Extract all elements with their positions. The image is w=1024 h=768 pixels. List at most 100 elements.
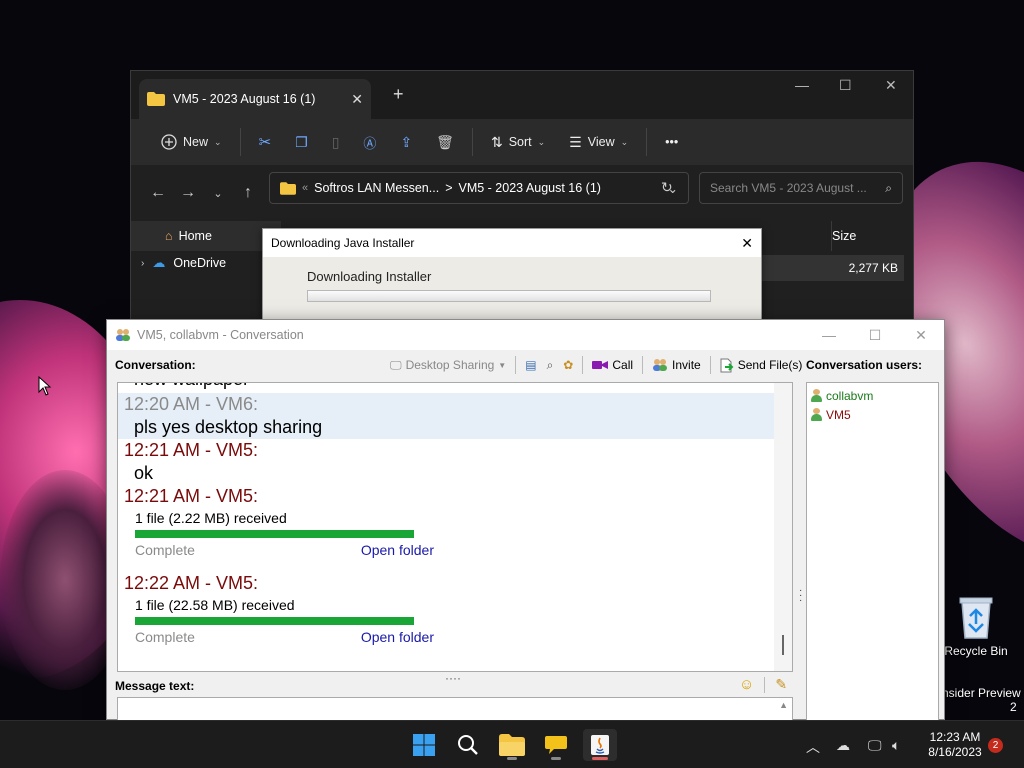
sidebar-item-onedrive[interactable]: › ☁ OneDrive <box>141 255 226 271</box>
recent-locations-button[interactable]: ⌄ <box>203 187 233 200</box>
window-title: VM5, collabvm - Conversation <box>137 328 304 342</box>
message-text: ok <box>134 463 154 483</box>
start-button[interactable] <box>407 729 441 761</box>
chat-message-file: 12:22 AM - VM5: 1 file (22.58 MB) receiv… <box>118 572 774 649</box>
close-tab-icon[interactable]: ✕ <box>351 91 363 108</box>
sort-button-label: Sort <box>508 135 532 149</box>
desktop-sharing-label: Desktop Sharing <box>405 358 495 372</box>
search-button[interactable] <box>451 729 485 761</box>
desktop-sharing-button[interactable]: 🖵 Desktop Sharing ▼ <box>387 358 509 373</box>
send-files-button[interactable]: Send File(s) <box>717 358 806 373</box>
send-files-label: Send File(s) <box>737 358 803 372</box>
scroll-up-arrow-icon[interactable]: ▲ <box>779 700 788 710</box>
close-button[interactable]: ✕ <box>898 327 944 344</box>
close-button[interactable]: ✕ <box>741 235 753 252</box>
taskbar-softros-messenger[interactable] <box>539 729 573 761</box>
file-progress-bar <box>135 530 414 538</box>
trash-icon: 🗑︎ <box>436 133 454 150</box>
conversation-label: Conversation: <box>115 358 196 372</box>
message-input[interactable]: ▲ <box>117 697 793 721</box>
history-icon[interactable]: ▤ <box>522 358 539 372</box>
document-search-icon[interactable]: ⌕ <box>544 358 557 373</box>
minimize-button[interactable]: — <box>806 327 852 343</box>
vertical-splitter-grip[interactable]: · · · <box>799 586 802 606</box>
rename-button[interactable]: Ⓐ <box>351 126 388 158</box>
open-folder-link[interactable]: Open folder <box>361 538 434 562</box>
recycle-bin-icon <box>956 594 996 640</box>
chevron-right-icon[interactable]: › <box>141 258 144 269</box>
search-input[interactable]: Search VM5 - 2023 August ... ⌕ <box>699 172 903 204</box>
delete-button[interactable]: 🗑︎ <box>424 126 466 158</box>
plus-circle-icon <box>161 134 177 150</box>
palette-icon[interactable]: ✿ <box>560 358 576 372</box>
toolbar-divider <box>239 128 241 156</box>
chat-scrollbar[interactable] <box>774 383 792 671</box>
share-button[interactable]: ⇪ <box>388 126 424 158</box>
conversation-users-label: Conversation users: <box>806 358 923 372</box>
paste-button[interactable]: ▯ <box>320 126 352 158</box>
breadcrumb-item[interactable]: Softros LAN Messen... <box>314 181 439 195</box>
invite-button[interactable]: Invite <box>649 358 704 372</box>
file-size-cell: 2,277 KB <box>848 261 898 275</box>
formatting-icon[interactable]: ✎ <box>775 676 787 693</box>
file-transfer-text: 1 file (2.22 MB) received <box>135 510 287 526</box>
address-bar[interactable]: « Softros LAN Messen... > VM5 - 2023 Aug… <box>269 172 689 204</box>
desktop-icon-recycle-bin[interactable]: Recycle Bin <box>940 594 1012 658</box>
open-folder-link[interactable]: Open folder <box>361 625 434 649</box>
sort-button[interactable]: ⇅ Sort ⌄ <box>479 126 557 158</box>
toolbar-divider <box>471 128 473 156</box>
user-list-item[interactable]: VM5 <box>811 405 934 424</box>
explorer-tab[interactable]: VM5 - 2023 August 16 (1) ✕ <box>139 79 371 119</box>
desktop-sharing-icon: 🖵 <box>390 357 402 372</box>
copy-icon: ❐ <box>295 133 308 150</box>
sidebar-item-home[interactable]: ⌂ Home <box>131 221 281 251</box>
notification-badge[interactable]: 2 <box>988 738 1003 753</box>
breadcrumb-item[interactable]: VM5 - 2023 August 16 (1) <box>459 181 601 195</box>
conversation-users-list: collabvm VM5 <box>806 382 939 722</box>
onedrive-offline-icon[interactable]: ☁ <box>836 737 850 754</box>
sidebar-item-label: Home <box>178 229 212 243</box>
toolbar-divider <box>764 676 766 693</box>
up-button[interactable]: ↑ <box>233 184 263 202</box>
refresh-icon[interactable]: ↻ <box>661 179 673 196</box>
close-button[interactable]: ✕ <box>885 77 897 94</box>
desktop-watermark-build: 2 <box>1010 700 1017 714</box>
taskbar-file-explorer[interactable] <box>495 729 529 761</box>
view-button[interactable]: ☰ View ⌄ <box>557 126 640 158</box>
scrollbar-thumb[interactable] <box>782 635 784 655</box>
call-button[interactable]: Call <box>589 358 636 372</box>
network-icon[interactable]: 🖵 <box>868 737 882 754</box>
volume-icon[interactable]: 🔈︎ <box>892 737 900 754</box>
download-status: Downloading Installer <box>307 269 432 284</box>
view-list-icon: ☰ <box>569 133 582 150</box>
cut-button[interactable]: ✂ <box>247 126 284 158</box>
desktop-icon-label: Recycle Bin <box>944 644 1008 658</box>
taskbar-clock[interactable]: 12:23 AM 8/16/2023 <box>922 730 988 760</box>
minimize-button[interactable]: — <box>795 77 809 93</box>
back-button[interactable]: ← <box>143 184 173 202</box>
maximize-button[interactable]: ☐ <box>839 77 852 94</box>
show-hidden-icons-chevron-icon[interactable]: ︿ <box>806 737 820 757</box>
column-header-size[interactable]: Size <box>831 221 901 251</box>
chat-bubble-icon <box>545 736 567 754</box>
mouse-cursor <box>38 376 52 396</box>
horizontal-splitter-grip[interactable]: ···· <box>445 671 461 685</box>
emoji-icon[interactable]: ☺ <box>739 676 754 693</box>
forward-button[interactable]: → <box>173 184 203 202</box>
video-camera-icon <box>592 361 609 369</box>
user-list-item[interactable]: collabvm <box>811 386 934 405</box>
conversation-toolbar: 🖵 Desktop Sharing ▼ ▤ ⌕ ✿ Call Invite Se… <box>387 354 805 376</box>
new-tab-button[interactable]: + <box>393 84 404 105</box>
search-placeholder: Search VM5 - 2023 August ... <box>710 181 867 195</box>
maximize-button[interactable]: ☐ <box>852 327 898 344</box>
more-options-button[interactable]: ••• <box>653 126 690 158</box>
chat-history[interactable]: new wallpaper 12:20 AM - VM6: pls yes de… <box>117 382 793 672</box>
overflow-chevron-icon: « <box>302 182 309 194</box>
home-icon: ⌂ <box>165 229 173 243</box>
dropdown-arrow-icon[interactable]: ▼ <box>498 361 506 370</box>
copy-button[interactable]: ❐ <box>283 126 320 158</box>
new-button[interactable]: New ⌄ <box>149 126 234 158</box>
send-file-icon <box>720 358 734 372</box>
taskbar-java-installer[interactable] <box>583 729 617 761</box>
